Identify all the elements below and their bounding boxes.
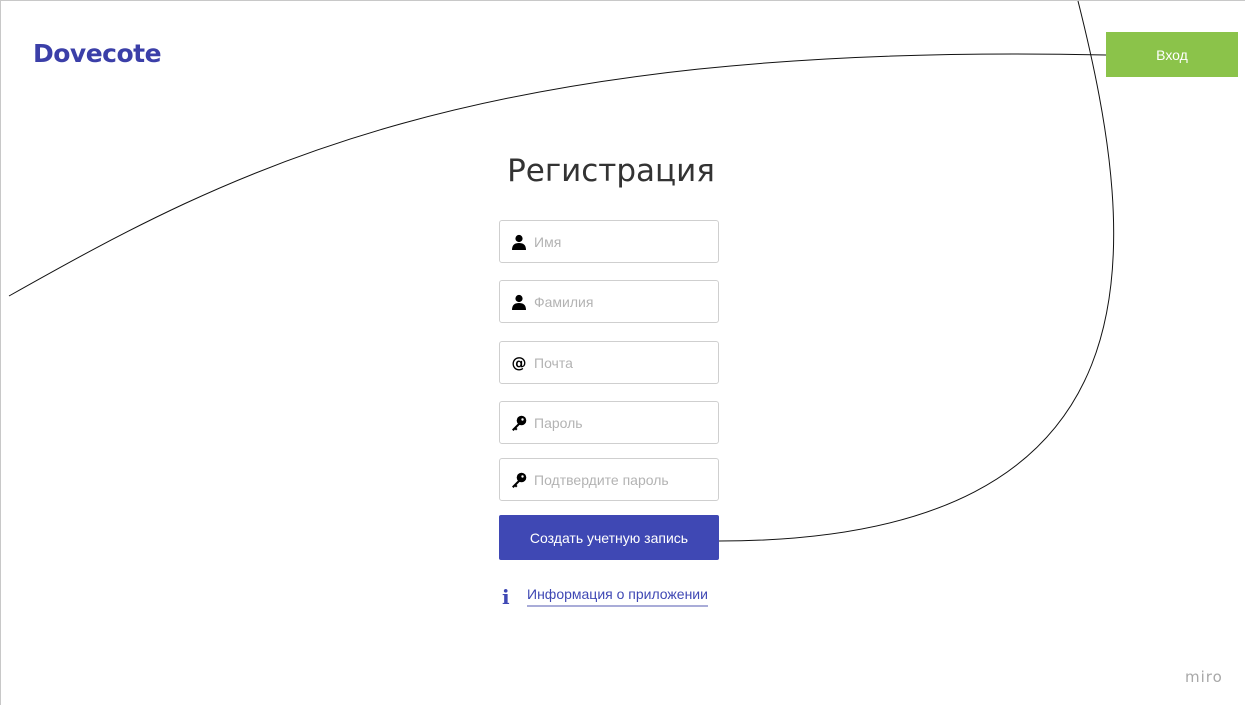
last-name-input[interactable]	[534, 281, 714, 322]
info-icon: i	[502, 585, 510, 609]
first-name-input[interactable]	[534, 221, 714, 262]
key-icon	[510, 414, 528, 432]
confirm-password-field[interactable]	[499, 458, 719, 501]
user-icon	[510, 233, 528, 251]
password-input[interactable]	[534, 402, 714, 443]
app-info-link[interactable]: Информация о приложении	[527, 586, 708, 607]
last-name-field[interactable]	[499, 280, 719, 323]
email-field[interactable]: @	[499, 341, 719, 384]
create-account-button[interactable]: Создать учетную запись	[499, 515, 719, 560]
confirm-password-input[interactable]	[534, 459, 714, 500]
login-button[interactable]: Вход	[1106, 32, 1238, 77]
password-field[interactable]	[499, 401, 719, 444]
at-icon: @	[511, 353, 527, 372]
page-title: Регистрация	[507, 153, 715, 189]
canvas-frame: Dovecote Вход Регистрация @ Создать учет…	[0, 0, 1245, 705]
key-icon	[510, 471, 528, 489]
email-input[interactable]	[534, 342, 714, 383]
first-name-field[interactable]	[499, 220, 719, 263]
miro-watermark: miro	[1185, 668, 1223, 686]
app-logo[interactable]: Dovecote	[33, 39, 162, 68]
user-icon	[510, 293, 528, 311]
